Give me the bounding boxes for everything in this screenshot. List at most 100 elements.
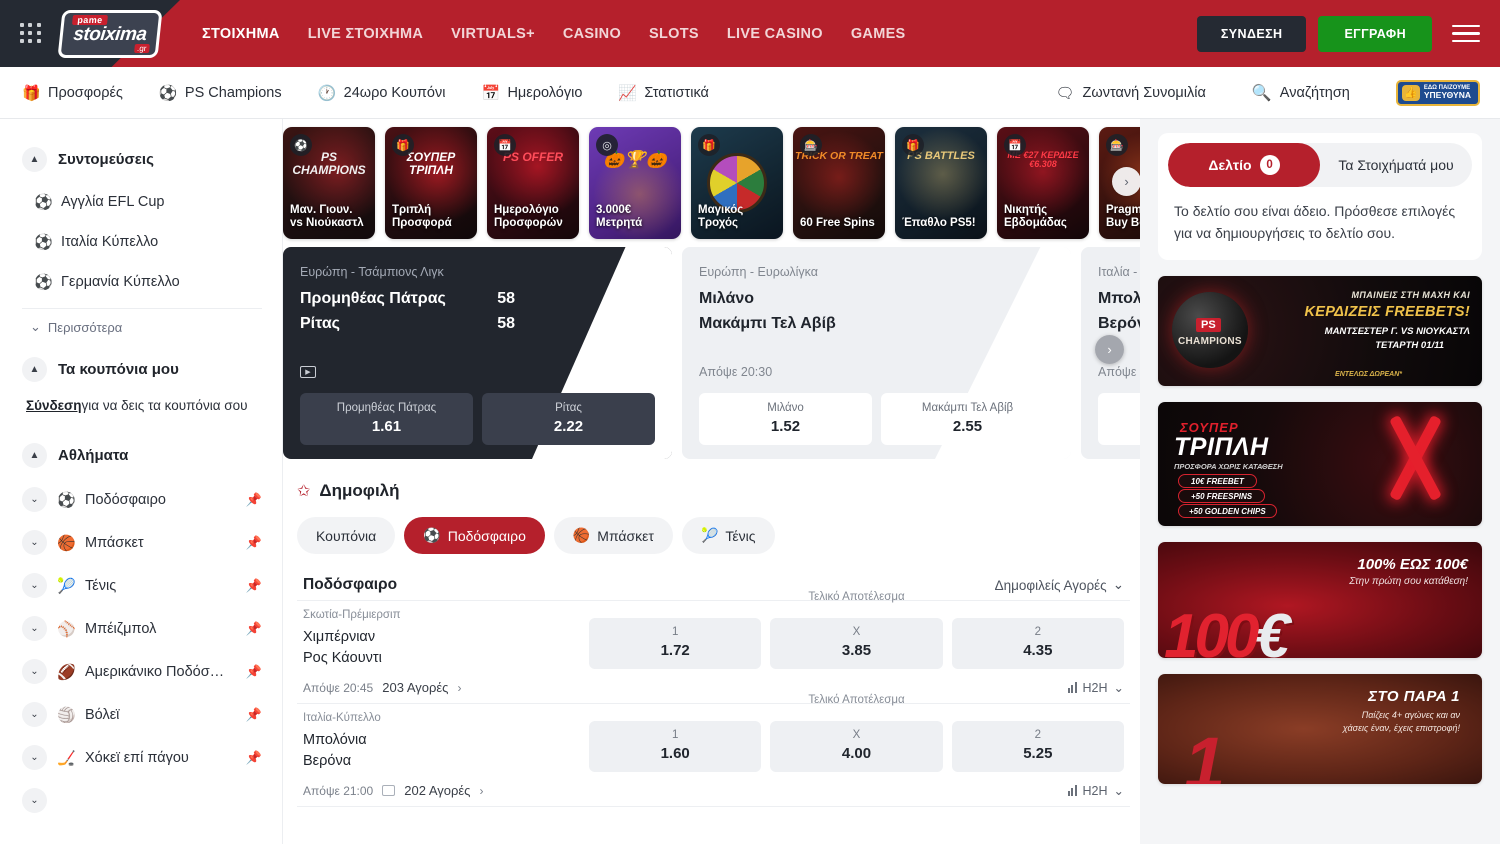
- h2h-button[interactable]: H2H ⌄: [1068, 680, 1125, 695]
- ad-banner-100-bonus[interactable]: 100€ 100% ΕΩΣ 100€ Στην πρώτη σου κατάθε…: [1158, 542, 1482, 658]
- chevron-down-icon[interactable]: ⌄: [22, 616, 47, 641]
- pin-icon[interactable]: 📌: [246, 492, 262, 508]
- sidebar-more-button[interactable]: ⌄ Περισσότερα: [22, 308, 262, 345]
- ad-banner-ps-champions[interactable]: PS CHAMPIONS ΜΠΑΙΝΕΙΣ ΣΤΗ ΜΑΧΗ ΚΑΙ ΚΕΡΔΙ…: [1158, 276, 1482, 386]
- pin-icon[interactable]: 📌: [246, 621, 262, 637]
- chevron-down-icon[interactable]: ⌄: [22, 573, 47, 598]
- promo-card-magic-wheel[interactable]: 🎁 Μαγικός Τροχός: [691, 127, 783, 239]
- sidebar-shortcut-italy-cup[interactable]: ⚽ Ιταλία Κύπελλο: [22, 222, 262, 262]
- match-row-info[interactable]: Ιταλία-Κύπελλο Μπολόνια Βερόνα: [303, 712, 589, 772]
- pin-icon[interactable]: 📌: [246, 578, 262, 594]
- match-row-info[interactable]: Σκωτία-Πρέμιερσιπ Χιμπέρνιαν Ρος Κάουντι: [303, 609, 589, 669]
- featured-match-card[interactable]: Ευρώπη - Τσάμπιονς Λιγκ Προμηθέας Πάτρας…: [283, 247, 672, 459]
- gift-icon: 🎁: [902, 134, 924, 156]
- subnav-item-calendar[interactable]: 📅 Ημερολόγιο: [481, 84, 582, 102]
- sidebar-section-sports[interactable]: ▲ Αθλήματα: [22, 443, 262, 468]
- subnav-item-statistics[interactable]: 📈 Στατιστικά: [618, 84, 708, 102]
- odd-button[interactable]: Ρίτας 2.22: [482, 393, 655, 445]
- nav-item-live-casino[interactable]: LIVE CASINO: [727, 26, 823, 42]
- nav-item-slots[interactable]: SLOTS: [649, 26, 699, 42]
- chevron-down-icon[interactable]: ⌄: [22, 745, 47, 770]
- promo-card-weekly-winner[interactable]: 📅 ΜΕ €27 ΚΕΡΔΙΣΕ €6.308 Νικητής Εβδομάδα…: [997, 127, 1089, 239]
- sidebar-item-football[interactable]: ⌄ ⚽ Ποδόσφαιρο 📌: [22, 478, 262, 521]
- chevron-down-icon[interactable]: ⌄: [22, 487, 47, 512]
- odd-button[interactable]: 1 1.6: [1098, 393, 1140, 445]
- sidebar-section-my-coupons[interactable]: ▲ Τα κουπόνια μου: [22, 357, 262, 382]
- odd-button-2[interactable]: 2 4.35: [952, 618, 1124, 669]
- sidebar-item-basketball[interactable]: ⌄ 🏀 Μπάσκετ 📌: [22, 521, 262, 564]
- odd-button-2[interactable]: 2 5.25: [952, 721, 1124, 772]
- pin-icon[interactable]: 📌: [246, 750, 262, 766]
- ad-banner-super-tripli[interactable]: ΣΟΥΠΕΡ ΤΡΙΠΛΗ ΠΡΟΣΦΟΡΑ ΧΩΡΙΣ ΚΑΤΑΘΕΣΗ 10…: [1158, 402, 1482, 526]
- nav-item-casino[interactable]: CASINO: [563, 26, 621, 42]
- subnav-item-24ora-coupon[interactable]: 🕐 24ωρο Κουπόνι: [318, 84, 446, 102]
- sidebar-more-label: Περισσότερα: [48, 320, 122, 335]
- nav-item-games[interactable]: GAMES: [851, 26, 906, 42]
- sidebar-item-american-football[interactable]: ⌄ 🏈 Αμερικάνικο Ποδόσ… 📌: [22, 650, 262, 693]
- nav-item-live-stoixima[interactable]: LIVE ΣΤΟΙΧΗΜΑ: [308, 26, 423, 42]
- hamburger-menu-icon[interactable]: [1452, 25, 1480, 43]
- promo-card-ps5-prize[interactable]: 🎁 PS BATTLES Έπαθλο PS5!: [895, 127, 987, 239]
- ad-banner-sto-para-1[interactable]: 1 ΣΤΟ ΠΑΡΑ 1 Παίζεις 4+ αγώνες και αν χά…: [1158, 674, 1482, 784]
- tv-stream-icon[interactable]: [382, 785, 395, 796]
- sidebar-shortcut-efl-cup[interactable]: ⚽ Αγγλία EFL Cup: [22, 182, 262, 222]
- pin-icon[interactable]: 📌: [246, 707, 262, 723]
- match-markets-count[interactable]: 203 Αγορές: [382, 680, 448, 695]
- promo-carousel-next-button[interactable]: ›: [1112, 167, 1140, 196]
- tab-betslip[interactable]: Δελτίο 0: [1168, 143, 1320, 187]
- odd-button[interactable]: Μακάμπι Τελ Αβίβ 2.55: [881, 393, 1054, 445]
- register-button[interactable]: ΕΓΓΡΑΦΗ: [1318, 16, 1432, 52]
- odd-button-1[interactable]: 1 1.72: [589, 618, 761, 669]
- chevron-right-icon[interactable]: ›: [479, 784, 483, 798]
- promo-card-3000-cash[interactable]: ◎ 🎃🏆🎃 3.000€ Μετρητά: [589, 127, 681, 239]
- login-button[interactable]: ΣΥΝΔΕΣΗ: [1197, 16, 1307, 52]
- responsible-gaming-badge[interactable]: 👍 ΕΔΩ ΠΑΙΖΟΥΜΕ ΥΠΕΥΘΥΝΑ: [1396, 80, 1480, 106]
- odd-button-1[interactable]: 1 1.60: [589, 721, 761, 772]
- promo-card-tripli[interactable]: 🎁 ΣΟΥΠΕΡ ΤΡΙΠΛΗ Τριπλή Προσφορά: [385, 127, 477, 239]
- sidebar-login-link[interactable]: Σύνδεση: [26, 398, 82, 413]
- subnav-item-ps-champions[interactable]: ⚽ PS Champions: [159, 84, 282, 102]
- nav-item-stoixima[interactable]: ΣΤΟΙΧΗΜΑ: [202, 26, 280, 42]
- tab-my-bets[interactable]: Τα Στοιχήματά μου: [1320, 143, 1472, 187]
- sidebar-item-volleyball[interactable]: ⌄ 🏐 Βόλεϊ 📌: [22, 693, 262, 736]
- promo-card-calendar[interactable]: 📅 PS OFFER Ημερολόγιο Προσφορών: [487, 127, 579, 239]
- pin-icon[interactable]: 📌: [246, 664, 262, 680]
- tv-stream-icon[interactable]: ▶: [300, 366, 316, 378]
- sidebar-item-tennis[interactable]: ⌄ 🎾 Τένις 📌: [22, 564, 262, 607]
- match-away-team: Ρος Κάουντι: [303, 648, 589, 669]
- nav-item-virtuals[interactable]: VIRTUALS+: [451, 26, 535, 42]
- sidebar-item-ice-hockey[interactable]: ⌄ 🏒 Χόκεϊ επί πάγου 📌: [22, 736, 262, 779]
- odd-button[interactable]: Μιλάνο 1.52: [699, 393, 872, 445]
- sidebar-shortcut-germany-cup[interactable]: ⚽ Γερμανία Κύπελλο: [22, 262, 262, 302]
- tab-koupónia[interactable]: Κουπόνια: [297, 517, 395, 554]
- gift-icon: 🎁: [22, 84, 40, 102]
- baseball-icon: ⚾: [57, 620, 75, 638]
- tab-tennis[interactable]: 🎾 Τένις: [682, 517, 775, 554]
- search-button[interactable]: 🔍 Αναζήτηση: [1252, 83, 1350, 103]
- featured-carousel-next-button[interactable]: ›: [1095, 335, 1124, 364]
- apps-grid-icon[interactable]: [20, 23, 42, 45]
- site-logo[interactable]: pame stoixima .gr: [57, 10, 162, 58]
- featured-match-card[interactable]: Ευρώπη - Ευρωλίγκα Μιλάνο Μακάμπι Τελ Αβ…: [682, 247, 1071, 459]
- chevron-down-icon[interactable]: ⌄: [22, 788, 47, 813]
- chevron-down-icon[interactable]: ⌄: [22, 530, 47, 555]
- odd-button[interactable]: Προμηθέας Πάτρας 1.61: [300, 393, 473, 445]
- odd-button-x[interactable]: X 3.85: [770, 618, 942, 669]
- chevron-down-icon[interactable]: ⌄: [22, 659, 47, 684]
- odd-label: 1: [593, 729, 757, 741]
- sidebar-section-shortcuts[interactable]: ▲ Συντομεύσεις: [22, 147, 262, 172]
- chevron-right-icon[interactable]: ›: [457, 681, 461, 695]
- promo-card-ps-champions[interactable]: ⚽ PS CHAMPIONS Μαν. Γιουν. vs Νιούκαστλ: [283, 127, 375, 239]
- sidebar-item-baseball[interactable]: ⌄ ⚾ Μπέιζμπολ 📌: [22, 607, 262, 650]
- live-chat-button[interactable]: 🗨 Ζωντανή Συνομιλία: [1056, 84, 1206, 102]
- subnav-item-prosfores[interactable]: 🎁 Προσφορές: [22, 84, 123, 102]
- h2h-button[interactable]: H2H ⌄: [1068, 783, 1125, 798]
- tab-football[interactable]: ⚽ Ποδόσφαιρο: [404, 517, 545, 554]
- odd-button-x[interactable]: X 4.00: [770, 721, 942, 772]
- pin-icon[interactable]: 📌: [246, 535, 262, 551]
- tab-basketball[interactable]: 🏀 Μπάσκετ: [554, 517, 673, 554]
- chevron-down-icon[interactable]: ⌄: [22, 702, 47, 727]
- sidebar-item-partial[interactable]: ⌄: [22, 779, 262, 822]
- match-markets-count[interactable]: 202 Αγορές: [404, 783, 470, 798]
- promo-card-60-free-spins[interactable]: 🎰 TRICK OR TREAT 60 Free Spins: [793, 127, 885, 239]
